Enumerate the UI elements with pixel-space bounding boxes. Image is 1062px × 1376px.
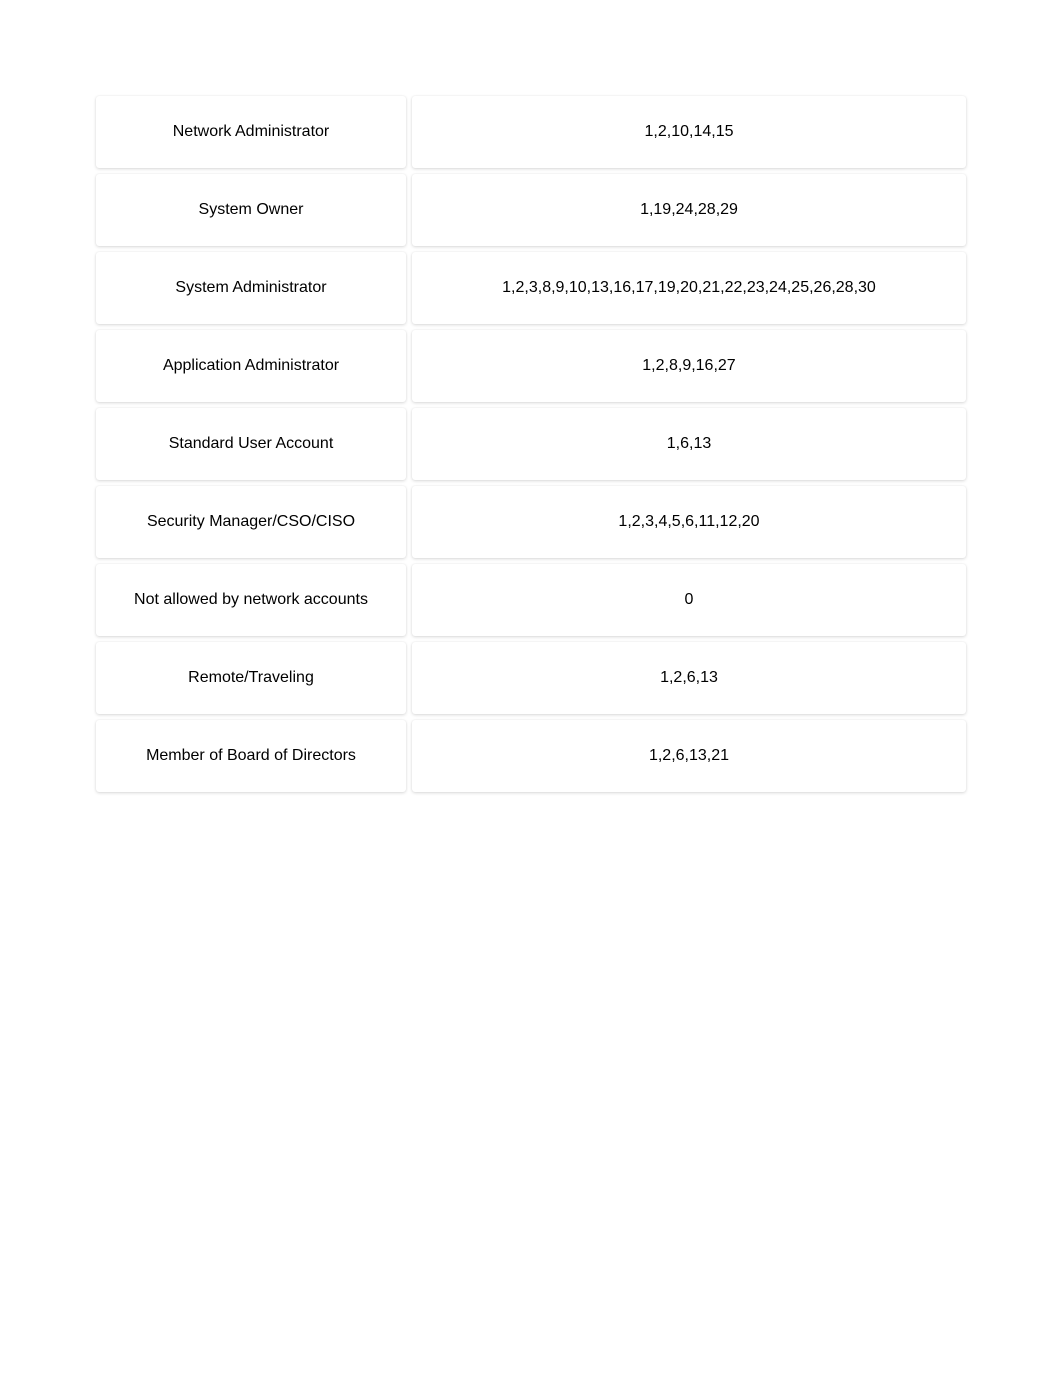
table-row: Application Administrator 1,2,8,9,16,27 <box>96 330 966 402</box>
values-cell: 1,2,6,13,21 <box>412 720 966 792</box>
roles-table-container: Network Administrator 1,2,10,14,15 Syste… <box>90 90 972 798</box>
table-row: Network Administrator 1,2,10,14,15 <box>96 96 966 168</box>
role-cell: System Owner <box>96 174 406 246</box>
values-cell: 1,6,13 <box>412 408 966 480</box>
table-row: Not allowed by network accounts 0 <box>96 564 966 636</box>
role-cell: Network Administrator <box>96 96 406 168</box>
role-cell: Standard User Account <box>96 408 406 480</box>
roles-table: Network Administrator 1,2,10,14,15 Syste… <box>90 90 972 798</box>
values-cell: 1,2,8,9,16,27 <box>412 330 966 402</box>
table-row: Security Manager/CSO/CISO 1,2,3,4,5,6,11… <box>96 486 966 558</box>
values-cell: 1,2,3,4,5,6,11,12,20 <box>412 486 966 558</box>
table-row: Standard User Account 1,6,13 <box>96 408 966 480</box>
table-row: Member of Board of Directors 1,2,6,13,21 <box>96 720 966 792</box>
values-cell: 0 <box>412 564 966 636</box>
role-cell: Application Administrator <box>96 330 406 402</box>
role-cell: Security Manager/CSO/CISO <box>96 486 406 558</box>
table-row: System Owner 1,19,24,28,29 <box>96 174 966 246</box>
role-cell: System Administrator <box>96 252 406 324</box>
values-cell: 1,2,6,13 <box>412 642 966 714</box>
values-cell: 1,2,3,8,9,10,13,16,17,19,20,21,22,23,24,… <box>412 252 966 324</box>
role-cell: Member of Board of Directors <box>96 720 406 792</box>
roles-table-body: Network Administrator 1,2,10,14,15 Syste… <box>96 96 966 792</box>
table-row: System Administrator 1,2,3,8,9,10,13,16,… <box>96 252 966 324</box>
values-cell: 1,19,24,28,29 <box>412 174 966 246</box>
table-row: Remote/Traveling 1,2,6,13 <box>96 642 966 714</box>
values-cell: 1,2,10,14,15 <box>412 96 966 168</box>
role-cell: Not allowed by network accounts <box>96 564 406 636</box>
role-cell: Remote/Traveling <box>96 642 406 714</box>
